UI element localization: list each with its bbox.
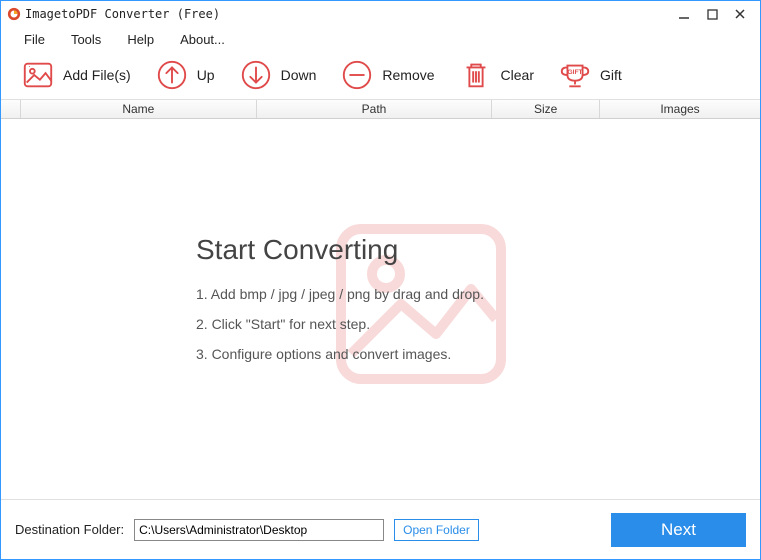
bottom-bar: Destination Folder: Open Folder Next [1, 499, 760, 559]
remove-button[interactable]: Remove [330, 55, 444, 95]
down-button[interactable]: Down [229, 55, 327, 95]
maximize-icon [707, 9, 718, 20]
destination-label: Destination Folder: [15, 522, 124, 537]
open-folder-button[interactable]: Open Folder [394, 519, 479, 541]
add-files-button[interactable]: Add File(s) [11, 55, 141, 95]
clear-button[interactable]: Clear [449, 55, 544, 95]
column-path[interactable]: Path [257, 100, 493, 118]
column-images[interactable]: Images [600, 100, 760, 118]
window-title: ImagetoPDF Converter (Free) [25, 7, 670, 21]
up-label: Up [197, 67, 215, 83]
gift-button[interactable]: GIFT Gift [548, 55, 632, 95]
up-button[interactable]: Up [145, 55, 225, 95]
instructions-step3: 3. Configure options and convert images. [196, 346, 484, 362]
maximize-button[interactable] [698, 1, 726, 27]
column-size[interactable]: Size [492, 100, 600, 118]
gift-label: Gift [600, 67, 622, 83]
arrow-down-icon [239, 58, 273, 92]
destination-input[interactable] [134, 519, 384, 541]
close-button[interactable] [726, 1, 754, 27]
image-add-icon [21, 58, 55, 92]
menu-file[interactable]: File [11, 32, 58, 47]
down-label: Down [281, 67, 317, 83]
column-name[interactable]: Name [21, 100, 257, 118]
minimize-button[interactable] [670, 1, 698, 27]
trophy-gift-icon: GIFT [558, 58, 592, 92]
trash-icon [459, 58, 493, 92]
minus-circle-icon [340, 58, 374, 92]
next-button[interactable]: Next [611, 513, 746, 547]
instructions-panel: Start Converting 1. Add bmp / jpg / jpeg… [196, 234, 484, 376]
menu-help[interactable]: Help [114, 32, 167, 47]
menu-tools[interactable]: Tools [58, 32, 114, 47]
toolbar: Add File(s) Up Down Remove Clear [1, 51, 760, 99]
minimize-icon [678, 8, 690, 20]
close-icon [734, 8, 746, 20]
clear-label: Clear [501, 67, 534, 83]
remove-label: Remove [382, 67, 434, 83]
menu-about[interactable]: About... [167, 32, 238, 47]
column-checkbox[interactable] [1, 100, 21, 118]
instructions-step2: 2. Click "Start" for next step. [196, 316, 484, 332]
app-icon [7, 7, 21, 21]
menubar: File Tools Help About... [1, 27, 760, 51]
instructions-step1: 1. Add bmp / jpg / jpeg / png by drag an… [196, 286, 484, 302]
svg-text:GIFT: GIFT [567, 69, 582, 76]
add-files-label: Add File(s) [63, 67, 131, 83]
instructions-heading: Start Converting [196, 234, 484, 266]
file-list-area[interactable]: Start Converting 1. Add bmp / jpg / jpeg… [1, 119, 760, 491]
arrow-up-icon [155, 58, 189, 92]
titlebar: ImagetoPDF Converter (Free) [1, 1, 760, 27]
table-header: Name Path Size Images [1, 99, 760, 119]
